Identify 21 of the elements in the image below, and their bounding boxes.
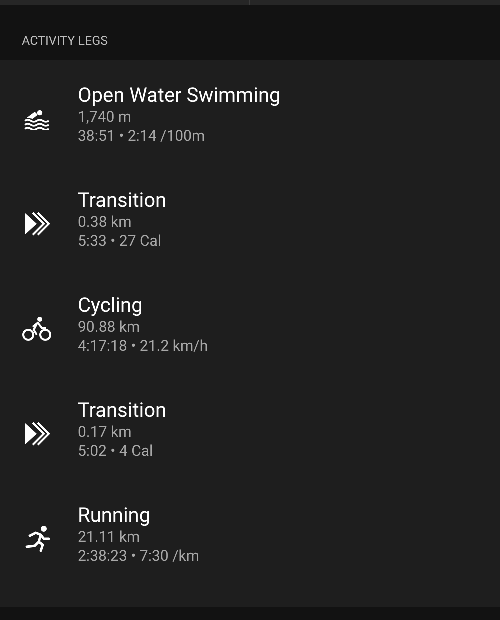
leg-details: 5:33 • 27 Cal: [78, 232, 163, 251]
leg-details: 2:38:23 • 7:30 /km: [78, 547, 200, 566]
chevrons-icon: [24, 421, 50, 447]
section-heading: ACTIVITY LEGS: [22, 33, 108, 52]
leg-distance: 21.11 km: [78, 528, 142, 547]
leg-title: Transition: [78, 397, 167, 423]
leg-details: 4:17:18 • 21.2 km/h: [78, 337, 208, 356]
leg-distance: 0.17 km: [78, 423, 133, 442]
cyclist-icon: [22, 316, 52, 342]
swimmer-icon: [23, 108, 51, 130]
chevrons-icon: [24, 211, 50, 237]
leg-title: Cycling: [78, 292, 144, 318]
leg-title: Transition: [78, 187, 167, 213]
leg-distance: 0.38 km: [78, 213, 133, 232]
leg-distance: 90.88 km: [78, 318, 142, 337]
leg-title: Open Water Swimming: [78, 82, 281, 108]
leg-details: 5:02 • 4 Cal: [78, 442, 154, 461]
leg-details: 38:51 • 2:14 /100m: [78, 127, 206, 146]
leg-title: Running: [78, 502, 152, 528]
runner-icon: [24, 525, 50, 553]
leg-distance: 1,740 m: [78, 108, 133, 127]
